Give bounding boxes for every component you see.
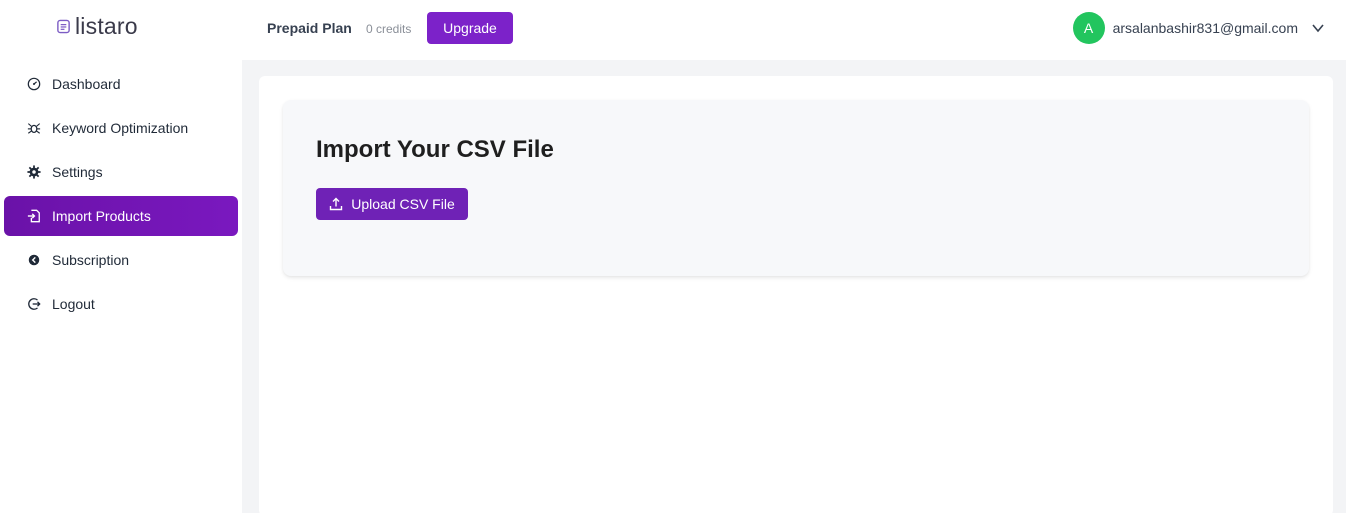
gear-icon [26, 164, 42, 180]
user-menu[interactable]: A arsalanbashir831@gmail.com [1072, 12, 1326, 44]
sidebar-item-label: Settings [52, 164, 103, 180]
sidebar-item-dashboard[interactable]: Dashboard [4, 64, 238, 104]
import-card: Import Your CSV File Upload CSV File [283, 100, 1309, 276]
upload-icon [329, 197, 343, 211]
bug-icon [26, 120, 42, 136]
dashboard-gauge-icon [26, 76, 42, 92]
plan-name: Prepaid Plan [267, 20, 352, 36]
sidebar-item-label: Keyword Optimization [52, 120, 189, 136]
upload-csv-label: Upload CSV File [351, 196, 455, 212]
content-panel: Import Your CSV File Upload CSV File [259, 76, 1333, 513]
subscription-icon [26, 252, 42, 268]
sidebar-item-label: Logout [52, 296, 95, 312]
page-title: Import Your CSV File [316, 136, 554, 163]
sidebar-item-settings[interactable]: Settings [4, 152, 238, 192]
chevron-down-icon[interactable] [1310, 20, 1326, 36]
top-bar: listaro Prepaid Plan 0 credits Upgrade A… [0, 0, 1346, 60]
brand-name: listaro [75, 12, 138, 39]
sidebar-item-label: Import Products [52, 208, 151, 224]
upgrade-button[interactable]: Upgrade [427, 12, 513, 44]
sidebar-item-logout[interactable]: Logout [4, 284, 238, 324]
main-content: Import Your CSV File Upload CSV File [242, 60, 1346, 513]
document-icon [55, 18, 71, 34]
credits-count: 0 credits [366, 22, 412, 36]
avatar[interactable]: A [1072, 12, 1105, 44]
sidebar-item-subscription[interactable]: Subscription [4, 240, 238, 280]
sidebar-item-label: Subscription [52, 252, 130, 268]
sidebar-item-label: Dashboard [52, 76, 121, 92]
logout-icon [26, 296, 42, 312]
brand-logo[interactable]: listaro [55, 12, 138, 40]
upload-csv-button[interactable]: Upload CSV File [316, 188, 468, 220]
sidebar: Dashboard Keyword Optimization Settings … [0, 60, 242, 513]
file-import-icon [26, 208, 42, 224]
sidebar-item-keyword-optimization[interactable]: Keyword Optimization [4, 108, 238, 148]
app-root: listaro Prepaid Plan 0 credits Upgrade A… [0, 0, 1346, 513]
user-email[interactable]: arsalanbashir831@gmail.com [1113, 20, 1298, 36]
sidebar-item-import-products[interactable]: Import Products [4, 196, 238, 236]
